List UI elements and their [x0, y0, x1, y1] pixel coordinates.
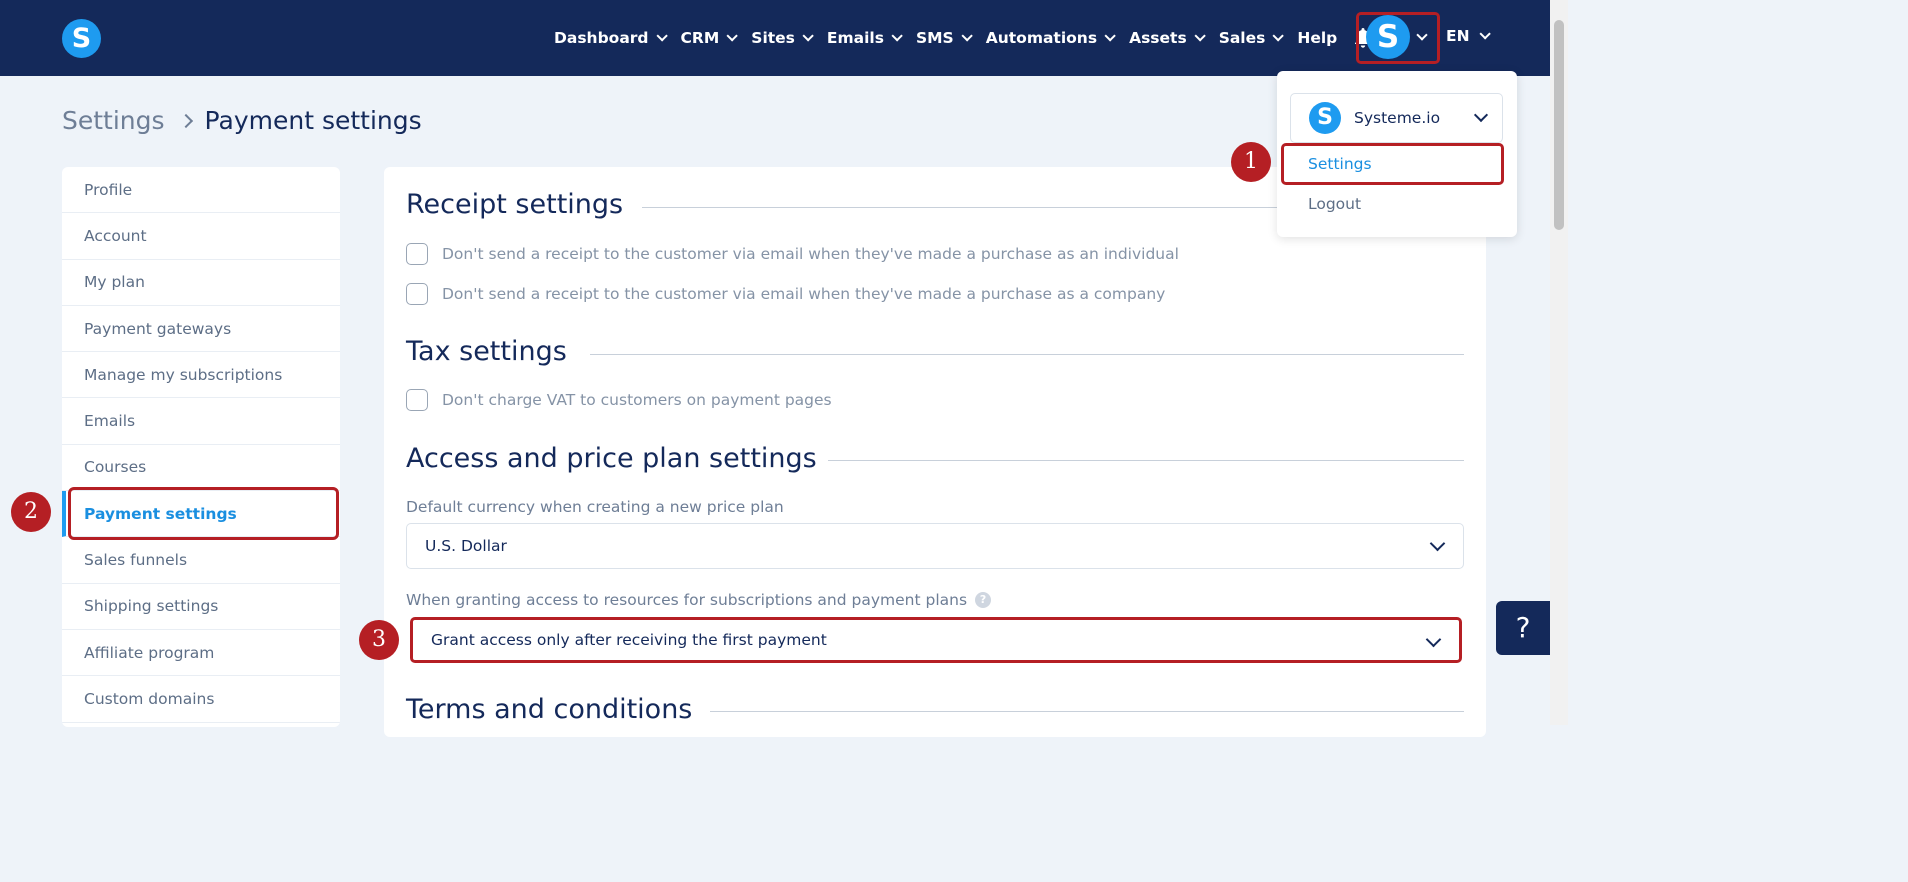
chevron-down-icon [1194, 30, 1206, 42]
grant-access-select[interactable]: Grant access only after receiving the fi… [410, 617, 1462, 663]
top-navbar: S Dashboard CRM Sites Emails SMS Automat… [0, 0, 1568, 76]
account-name: Systeme.io [1354, 109, 1441, 127]
breadcrumb: Settings Payment settings [62, 106, 422, 135]
language-label: EN [1446, 27, 1470, 45]
menu-item-settings[interactable]: Settings [1281, 143, 1504, 185]
checkbox-label: Don't charge VAT to customers on payment… [442, 391, 832, 409]
nav-label: Assets [1129, 29, 1187, 47]
checkbox-label: Don't send a receipt to the customer via… [442, 285, 1166, 303]
nav-crm[interactable]: CRM [680, 29, 739, 47]
nav-label: Emails [826, 29, 884, 47]
annotation-highlight-payment-settings [68, 487, 339, 540]
nav-label: Help [1297, 29, 1338, 47]
chevron-down-icon [1473, 107, 1489, 123]
nav-label: SMS [915, 29, 954, 47]
nav-automations[interactable]: Automations [985, 29, 1116, 47]
sidebar-item-affiliate-program[interactable]: Affiliate program [62, 630, 340, 677]
systeme-logo: S [1309, 102, 1341, 134]
sidebar-item-custom-domains[interactable]: Custom domains [62, 676, 340, 723]
receipt-settings-title: Receipt settings [406, 189, 624, 220]
sidebar-item-profile[interactable]: Profile [62, 167, 340, 214]
scrollbar-thumb[interactable] [1554, 20, 1564, 230]
currency-label: Default currency when creating a new pri… [406, 498, 784, 516]
sidebar-item-account[interactable]: Account [62, 213, 340, 260]
nav-label: Sites [751, 29, 795, 47]
chevron-right-icon [178, 113, 193, 128]
chevron-down-icon [1272, 30, 1285, 42]
breadcrumb-settings[interactable]: Settings [62, 106, 165, 135]
nav-assets[interactable]: Assets [1129, 29, 1206, 47]
receipt-individual-checkbox[interactable] [406, 243, 428, 265]
nav-sms[interactable]: SMS [915, 29, 973, 47]
payment-settings-panel: Receipt settings Don't send a receipt to… [384, 167, 1486, 737]
menu-item-logout[interactable]: Logout [1308, 195, 1361, 213]
main-nav: Dashboard CRM Sites Emails SMS Automatio… [554, 0, 1387, 76]
chevron-down-icon [1425, 631, 1442, 648]
checkbox-label: Don't send a receipt to the customer via… [442, 245, 1179, 263]
sidebar-item-my-plan[interactable]: My plan [62, 260, 340, 306]
chevron-down-icon [891, 30, 903, 42]
terms-title: Terms and conditions [406, 694, 693, 725]
avatar[interactable]: S [1366, 15, 1410, 59]
account-switcher[interactable]: S Systeme.io [1290, 93, 1503, 143]
nav-sales[interactable]: Sales [1218, 29, 1285, 47]
chevron-down-icon [1479, 28, 1491, 40]
sidebar-item-payment-gateways[interactable]: Payment gateways [62, 306, 340, 353]
sidebar-item-emails[interactable]: Emails [62, 398, 340, 445]
grant-access-label: When granting access to resources for su… [406, 591, 992, 609]
nav-label: Dashboard [554, 29, 649, 47]
sidebar-item-sales-funnels[interactable]: Sales funnels [62, 537, 340, 584]
step-badge-2: 2 [11, 492, 51, 532]
section-divider [590, 354, 1464, 355]
step-badge-1: 1 [1231, 142, 1271, 182]
nav-label: Automations [985, 29, 1098, 47]
nav-dashboard[interactable]: Dashboard [554, 29, 668, 47]
chevron-down-icon [1429, 535, 1446, 552]
currency-value: U.S. Dollar [425, 537, 507, 555]
vat-checkbox[interactable] [406, 389, 428, 411]
grant-access-label-text: When granting access to resources for su… [406, 591, 968, 609]
language-selector[interactable]: EN [1446, 27, 1491, 45]
page-title: Payment settings [204, 106, 422, 135]
sidebar-item-shipping-settings[interactable]: Shipping settings [62, 584, 340, 630]
nav-sites[interactable]: Sites [751, 29, 814, 47]
help-widget-button[interactable]: ? [1496, 601, 1550, 655]
account-dropdown-menu: S Systeme.io Settings Logout [1277, 71, 1517, 237]
chevron-down-icon [726, 30, 739, 42]
access-settings-title: Access and price plan settings [406, 443, 817, 474]
chevron-down-icon [961, 30, 973, 42]
nav-emails[interactable]: Emails [826, 29, 903, 47]
nav-label: CRM [680, 29, 720, 47]
settings-sidebar: Profile Account My plan Payment gateways… [62, 167, 340, 727]
receipt-company-checkbox[interactable] [406, 283, 428, 305]
currency-select[interactable]: U.S. Dollar [406, 523, 1464, 569]
chevron-down-icon [1104, 30, 1116, 42]
step-badge-3: 3 [359, 620, 399, 660]
chevron-down-icon [802, 30, 814, 42]
section-divider [828, 460, 1464, 461]
sidebar-item-manage-subscriptions[interactable]: Manage my subscriptions [62, 352, 340, 399]
sidebar-item-courses[interactable]: Courses [62, 445, 340, 492]
help-icon[interactable]: ? [975, 592, 992, 608]
chevron-down-icon [655, 30, 668, 42]
vat-option[interactable]: Don't charge VAT to customers on payment… [406, 389, 832, 411]
receipt-individual-option[interactable]: Don't send a receipt to the customer via… [406, 243, 1179, 265]
receipt-company-option[interactable]: Don't send a receipt to the customer via… [406, 283, 1165, 305]
tax-settings-title: Tax settings [406, 336, 567, 367]
section-divider [710, 711, 1464, 712]
grant-access-value: Grant access only after receiving the fi… [431, 631, 827, 649]
scrollbar[interactable] [1550, 0, 1568, 725]
nav-help[interactable]: Help [1297, 29, 1337, 47]
systeme-logo[interactable]: S [62, 19, 101, 58]
nav-label: Sales [1218, 29, 1266, 47]
